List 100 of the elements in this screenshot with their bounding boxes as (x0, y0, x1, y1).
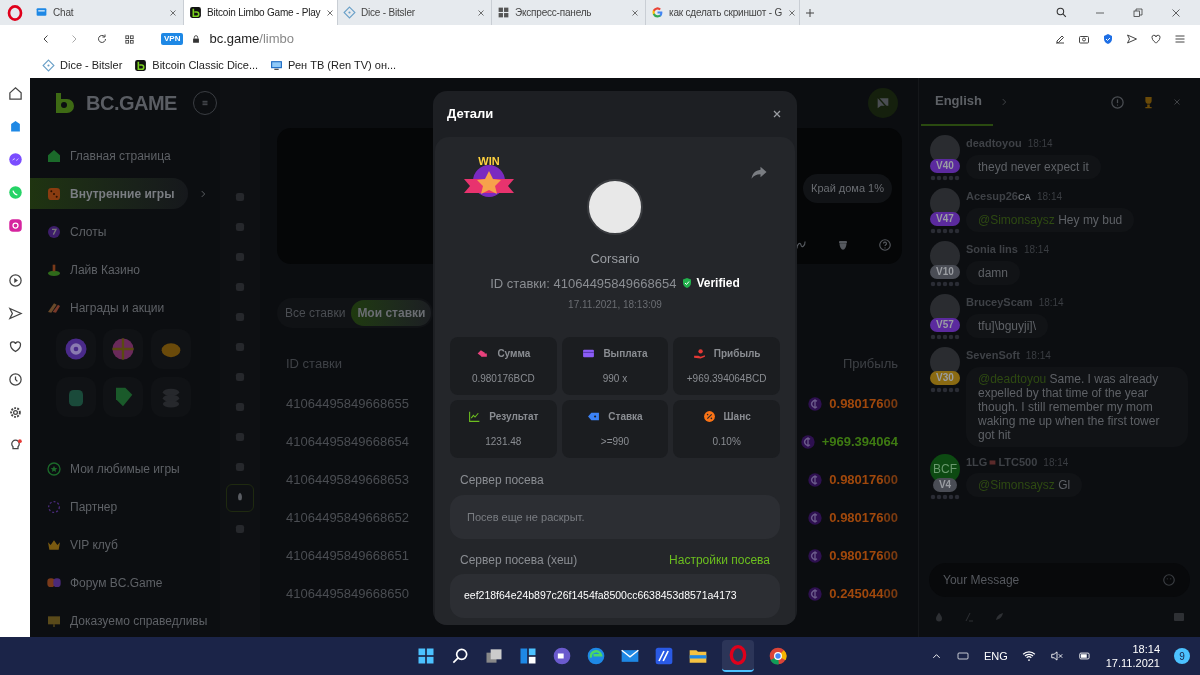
stat-label: Сумма (497, 347, 531, 361)
coin-icon (807, 396, 824, 412)
edge-icon[interactable] (586, 646, 606, 666)
reload-icon[interactable] (96, 33, 108, 45)
stat-value: 0.10% (712, 435, 741, 449)
sidebar-item[interactable]: Внутренние игры (30, 178, 188, 209)
bookmark[interactable]: Bitcoin Classic Dice... (134, 57, 259, 74)
close-icon[interactable] (168, 7, 178, 18)
stat-label: Прибыль (713, 347, 761, 361)
reward-tile[interactable] (150, 377, 191, 417)
profit-amount: 0.98017600 (829, 471, 898, 490)
close-icon[interactable] (771, 108, 783, 120)
level-badge: V47 (930, 212, 960, 226)
level-dots-icon (930, 228, 960, 234)
seed-label: Сервер посева (460, 472, 545, 489)
bet-id: 41064495849668655 (286, 395, 409, 414)
message-field[interactable]: Your Message (929, 563, 1190, 597)
diamond-icon (343, 6, 356, 19)
bookmark[interactable]: Dice - Bitsler (42, 57, 123, 74)
notification-badge[interactable]: 9 (1174, 648, 1190, 664)
language-indicator[interactable]: ENG (983, 647, 1008, 665)
bet-date: 17.11.2021, 18:13:09 (568, 298, 662, 312)
level-dots-icon (930, 334, 960, 340)
close-icon[interactable] (787, 7, 797, 18)
play-icon[interactable] (7, 273, 23, 288)
heart-icon[interactable] (7, 339, 23, 354)
settings-icon[interactable] (7, 405, 23, 420)
chat-off-icon (875, 95, 891, 111)
lock-icon (191, 34, 202, 44)
reward-tile[interactable] (56, 377, 96, 417)
app-icon[interactable] (654, 646, 674, 666)
heart-icon[interactable] (1150, 33, 1162, 45)
clock-date[interactable]: 17.11.2021 (1105, 656, 1160, 670)
message-bubble: theyd never expect it (966, 154, 1101, 179)
home-icon[interactable] (7, 86, 23, 101)
profit-amount: 0.24504400 (829, 585, 898, 604)
game-shortcut[interactable] (226, 484, 254, 512)
info-icon[interactable] (1110, 94, 1125, 110)
search-icon[interactable] (1055, 6, 1068, 19)
shield-icon[interactable] (1102, 33, 1114, 45)
seed-settings-link[interactable]: Настройки посева (669, 551, 770, 569)
avatar (587, 179, 643, 235)
diamond-icon (42, 59, 55, 72)
verified-shield-icon (681, 277, 694, 290)
level-badge: V10 (930, 265, 960, 279)
target-tag-icon (587, 410, 601, 423)
video-chat-icon[interactable] (552, 646, 572, 666)
messenger-icon[interactable] (7, 152, 23, 167)
reward-tile[interactable] (103, 329, 144, 369)
start-icon[interactable] (416, 646, 436, 666)
opera-logo-icon[interactable] (7, 4, 23, 21)
widgets-icon[interactable] (518, 646, 538, 666)
search-icon[interactable] (450, 646, 470, 666)
close-icon[interactable] (325, 7, 336, 18)
house-edge-label: Край дома 1% (803, 174, 892, 203)
stat-value: 0.980176BCD (471, 372, 535, 386)
close-icon[interactable] (630, 7, 640, 18)
keyboard-icon[interactable] (955, 650, 970, 662)
task-view-icon[interactable] (484, 646, 504, 666)
address-bar-url[interactable]: bc.game/limbo (209, 29, 294, 49)
wifi-icon[interactable] (1021, 649, 1036, 663)
send-icon[interactable] (1126, 33, 1138, 45)
stat-value: 990 x (602, 372, 628, 386)
envelope-icon (988, 458, 998, 466)
battery-icon[interactable] (1077, 649, 1092, 663)
help-icon[interactable] (878, 238, 892, 252)
stat-label: Ставка (608, 410, 643, 424)
edit-icon[interactable] (1054, 33, 1066, 45)
stat-label: Шанс (723, 410, 751, 424)
settings-sliders-icon[interactable] (1174, 33, 1186, 45)
chat-toggle-button[interactable] (868, 88, 898, 118)
grid-icon[interactable] (124, 33, 135, 45)
close-icon[interactable] (1170, 6, 1182, 19)
vpn-badge[interactable]: VPN (161, 33, 184, 45)
verified-label: Verified (696, 275, 740, 293)
send-icon[interactable] (7, 306, 23, 321)
bookmark[interactable]: Рен ТВ (Ren TV) он... (270, 57, 397, 74)
instagram-icon[interactable] (7, 218, 23, 233)
hash-field: eef218f64e24b897c26f1454fa8500cc6638453d8571a4173 (450, 574, 780, 618)
restore-icon[interactable] (1132, 6, 1144, 19)
browser-tab[interactable]: Bitcoin Limbo Game - Play (184, 0, 338, 25)
reward-tile[interactable] (103, 377, 144, 417)
camera-icon[interactable] (1078, 33, 1090, 45)
level-badge: V40 (930, 159, 960, 173)
clock-time[interactable]: 18:14 (1132, 642, 1160, 656)
clock-icon[interactable] (7, 372, 23, 387)
close-icon[interactable] (476, 7, 486, 18)
stat-label: Выплата (603, 347, 648, 361)
logo-icon (189, 6, 202, 19)
hash-label: Сервер посева (хеш) (460, 552, 578, 569)
volume-muted-icon[interactable] (1049, 649, 1064, 663)
chrome-icon[interactable] (768, 646, 788, 666)
plus-icon[interactable] (804, 6, 816, 19)
reward-tile[interactable] (56, 329, 96, 369)
taskbar-opera-button[interactable] (722, 640, 754, 672)
coin-icon (807, 548, 824, 564)
home-icon (46, 147, 62, 164)
message-bubble: damn (966, 260, 1021, 285)
bet-id: ID ставки: 41064495849668654 (490, 274, 677, 293)
reward-tile[interactable] (150, 329, 191, 369)
